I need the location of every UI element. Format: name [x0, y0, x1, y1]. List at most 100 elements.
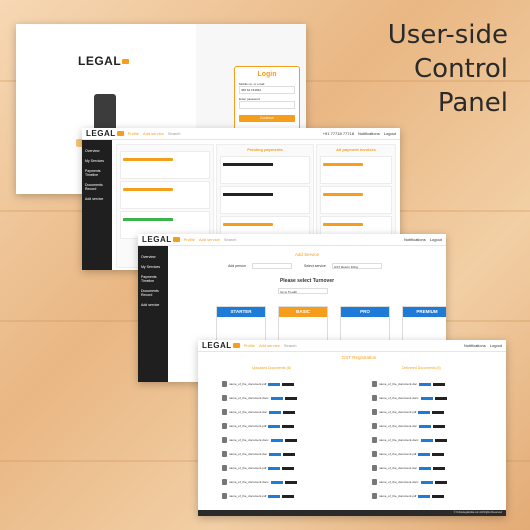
file-icon: [222, 493, 227, 499]
sidebar-item-payments[interactable]: Payments Timeline: [138, 272, 168, 286]
logout-link[interactable]: Logout: [490, 343, 502, 348]
logout-link[interactable]: Logout: [384, 131, 396, 136]
add-service-link[interactable]: Add service: [259, 343, 280, 348]
sidebar-item-my-services[interactable]: My Services: [82, 156, 112, 166]
file-row[interactable]: name_of_the_document.doc: [372, 422, 446, 430]
sidebar-item-add-service[interactable]: Add service: [138, 300, 168, 310]
select-service-label: Select service: [304, 264, 326, 268]
file-icon: [222, 381, 227, 387]
footer: © Onlinelegalindia.com All Rights Reserv…: [198, 510, 506, 516]
file-row[interactable]: name_of_the_document.docx: [372, 478, 447, 486]
file-icon: [222, 479, 227, 485]
service-title: GST Registration: [341, 355, 377, 360]
headline: User-side Control Panel: [338, 18, 508, 120]
file-icon: [372, 479, 377, 485]
notifications-link[interactable]: Notifications: [464, 343, 486, 348]
file-icon: [372, 409, 377, 415]
brand-logo: LEGAL: [142, 235, 180, 244]
sidebar-item-documents[interactable]: Documents Record: [82, 180, 112, 194]
sidebar-item-payments[interactable]: Payments Timeline: [82, 166, 112, 180]
file-icon: [372, 381, 377, 387]
logo-icon: [122, 59, 130, 65]
logo-icon: [172, 237, 180, 243]
file-row[interactable]: name_of_the_document.doc: [222, 408, 296, 416]
file-row[interactable]: name_of_the_document.pdf: [372, 408, 445, 416]
file-icon: [222, 395, 227, 401]
uploaded-heading: Uploaded Documents (6): [252, 366, 291, 370]
topbar: LEGAL Profile Add service Search Notific…: [138, 234, 446, 246]
logout-link[interactable]: Logout: [430, 237, 442, 242]
invoice-card: [320, 156, 392, 184]
headline-line1: User-side: [387, 20, 508, 50]
payment-card: [220, 156, 310, 184]
payment-card: [120, 151, 210, 179]
sidebar-item-documents[interactable]: Documents Record: [138, 286, 168, 300]
pending-payments-title: Pending payments: [247, 147, 283, 152]
profile-link[interactable]: Profile: [128, 131, 139, 136]
file-row[interactable]: name_of_the_document.pdf: [222, 464, 295, 472]
sidebar-item-overview[interactable]: Overview: [82, 146, 112, 156]
sidebar-item-my-services[interactable]: My Services: [138, 262, 168, 272]
file-row[interactable]: name_of_the_document.docx: [372, 394, 447, 402]
invoice-card: [320, 186, 392, 214]
add-service-title: Add Service: [294, 252, 320, 257]
file-icon: [372, 395, 377, 401]
username-field[interactable]: 456 64 154662: [239, 86, 295, 94]
add-service-link[interactable]: Add service: [199, 237, 220, 242]
profile-link[interactable]: Profile: [184, 237, 195, 242]
file-row[interactable]: name_of_the_document.pdf: [222, 422, 295, 430]
delivered-heading: Delivered Documents (6): [402, 366, 441, 370]
add-person-select[interactable]: [252, 263, 292, 269]
sidebar-item-overview[interactable]: Overview: [138, 252, 168, 262]
search-input[interactable]: Search: [168, 131, 181, 136]
file-icon: [222, 465, 227, 471]
password-field[interactable]: [239, 101, 295, 109]
invoices-title: All payment invoices: [336, 147, 376, 152]
payment-card: [220, 186, 310, 214]
file-row[interactable]: name_of_the_document.pdf: [372, 450, 445, 458]
file-icon: [222, 423, 227, 429]
file-row[interactable]: name_of_the_document.docx: [222, 394, 297, 402]
search-input[interactable]: Search: [224, 237, 237, 242]
continue-button[interactable]: Continue: [239, 115, 295, 122]
brand-logo: LEGAL: [86, 129, 124, 138]
sidebar: Overview My Services Payments Timeline D…: [138, 246, 168, 382]
file-row[interactable]: name_of_the_document.docx: [372, 436, 447, 444]
profile-link[interactable]: Profile: [244, 343, 255, 348]
file-icon: [222, 437, 227, 443]
file-row[interactable]: name_of_the_document.doc: [372, 464, 446, 472]
documents-screen: LEGAL Profile Add service Search Notific…: [198, 340, 506, 516]
file-row[interactable]: name_of_the_document.docx: [222, 436, 297, 444]
select-service-dropdown[interactable]: GST Return Filing: [332, 263, 382, 269]
file-icon: [222, 451, 227, 457]
turnover-dropdown[interactable]: Up to 5 Lakh: [278, 288, 328, 294]
file-row[interactable]: name_of_the_document.doc: [222, 450, 296, 458]
search-input[interactable]: Search: [284, 343, 297, 348]
file-icon: [372, 493, 377, 499]
file-row[interactable]: name_of_the_document.doc: [372, 380, 446, 388]
add-service-link[interactable]: Add service: [143, 131, 164, 136]
add-person-label: Add person: [228, 264, 246, 268]
file-icon: [372, 437, 377, 443]
file-row[interactable]: name_of_the_document.pdf: [222, 380, 295, 388]
sidebar-item-add-service[interactable]: Add service: [82, 194, 112, 204]
file-icon: [222, 409, 227, 415]
turnover-prompt: Please select Turnover: [279, 278, 335, 284]
logo-icon: [116, 131, 124, 137]
brand-logo: LEGAL: [78, 54, 130, 68]
file-row[interactable]: name_of_the_document.docx: [222, 478, 297, 486]
file-row[interactable]: name_of_the_document.pdf: [372, 492, 445, 500]
sidebar: Overview My Services Payments Timeline D…: [82, 140, 112, 270]
headline-line3: Panel: [437, 88, 508, 118]
phone-number: +91 77718 77718: [322, 131, 354, 136]
brand-logo: LEGAL: [202, 341, 240, 350]
login-title: Login: [257, 71, 277, 78]
column-title: [117, 145, 213, 149]
file-icon: [372, 465, 377, 471]
topbar: LEGAL Profile Add service Search +91 777…: [82, 128, 400, 140]
notifications-link[interactable]: Notifications: [404, 237, 426, 242]
notifications-link[interactable]: Notifications: [358, 131, 380, 136]
topbar: LEGAL Profile Add service Search Notific…: [198, 340, 506, 352]
file-icon: [372, 451, 377, 457]
file-row[interactable]: name_of_the_document.pdf: [222, 492, 295, 500]
